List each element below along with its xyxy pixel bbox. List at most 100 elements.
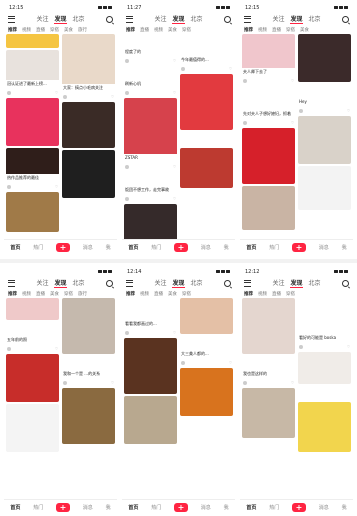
avatar[interactable] bbox=[181, 361, 185, 365]
note-cover-image[interactable] bbox=[6, 50, 59, 80]
note-cover-image[interactable] bbox=[6, 148, 59, 174]
category-chip[interactable]: 旅行 bbox=[78, 291, 87, 297]
note-title[interactable]: 看好的可能是 boska bbox=[298, 334, 351, 345]
note-cover-image[interactable] bbox=[180, 34, 233, 56]
category-chip[interactable]: 穿搭 bbox=[50, 27, 59, 33]
note-card[interactable] bbox=[298, 352, 351, 384]
note-card[interactable] bbox=[242, 186, 295, 230]
note-card[interactable] bbox=[124, 338, 177, 394]
menu-icon[interactable] bbox=[126, 15, 133, 23]
note-cover-image[interactable] bbox=[242, 440, 295, 454]
note-cover-image[interactable] bbox=[180, 418, 233, 450]
note-card[interactable] bbox=[242, 128, 295, 184]
bottom-nav-首页[interactable]: 首页 bbox=[246, 244, 256, 251]
note-card[interactable]: 看好的可能是 boska ♡ bbox=[298, 298, 351, 350]
note-cover-image[interactable] bbox=[242, 86, 295, 110]
note-card[interactable] bbox=[6, 34, 59, 48]
bottom-nav-首页[interactable]: 首页 bbox=[10, 504, 20, 511]
tab-发现[interactable]: 发现 bbox=[290, 14, 303, 24]
avatar[interactable] bbox=[63, 381, 67, 385]
like-icon[interactable]: ♡ bbox=[229, 67, 232, 71]
bottom-nav-热门[interactable]: 热门 bbox=[151, 504, 161, 511]
note-cover-image[interactable] bbox=[298, 386, 351, 400]
category-chip[interactable]: 推荐 bbox=[244, 27, 253, 33]
note-card[interactable] bbox=[62, 150, 115, 198]
note-title[interactable]: 夫人卿下去了 bbox=[242, 68, 295, 79]
note-card[interactable] bbox=[6, 354, 59, 402]
category-chip[interactable]: 美食 bbox=[168, 291, 177, 297]
note-card[interactable]: 先对夫人子想好媳妇，抓着 ♡ bbox=[242, 86, 295, 126]
tab-北京[interactable]: 北京 bbox=[191, 278, 203, 288]
bottom-nav-我[interactable]: 我 bbox=[224, 244, 229, 251]
category-chip[interactable]: 直播 bbox=[36, 291, 45, 297]
menu-icon[interactable] bbox=[244, 279, 251, 287]
note-title[interactable]: 大家：搞点小毛病关注 bbox=[62, 84, 115, 95]
category-chip[interactable]: 穿搭 bbox=[182, 291, 191, 297]
note-cover-image[interactable] bbox=[6, 98, 59, 146]
tab-北京[interactable]: 北京 bbox=[191, 14, 203, 24]
note-cover-image[interactable] bbox=[298, 116, 351, 164]
category-chip[interactable]: 视频 bbox=[140, 291, 149, 297]
note-cover-image[interactable] bbox=[180, 132, 233, 146]
category-chip[interactable]: 美食 bbox=[50, 291, 59, 297]
menu-icon[interactable] bbox=[8, 15, 15, 23]
search-icon[interactable] bbox=[341, 279, 349, 287]
search-icon[interactable] bbox=[105, 15, 113, 23]
note-cover-image[interactable] bbox=[242, 356, 295, 370]
tab-北京[interactable]: 北京 bbox=[73, 278, 85, 288]
avatar[interactable] bbox=[125, 331, 129, 335]
bottom-nav-消息[interactable]: 消息 bbox=[201, 244, 211, 251]
note-cover-image[interactable] bbox=[124, 396, 177, 444]
note-cover-image[interactable] bbox=[124, 298, 177, 320]
note-card[interactable] bbox=[242, 440, 295, 454]
tab-关注[interactable]: 关注 bbox=[154, 14, 166, 24]
note-cover-image[interactable] bbox=[298, 402, 351, 452]
bottom-nav-热门[interactable]: 热门 bbox=[151, 244, 161, 251]
note-card[interactable]: ZSTAR ♡ bbox=[124, 98, 177, 170]
note-card[interactable]: 热作品推荐的最佳 ♡ bbox=[6, 148, 59, 190]
create-post-button[interactable]: + bbox=[173, 242, 188, 252]
note-card[interactable]: 我和一个是 ...的关系 ♡ bbox=[62, 356, 115, 386]
category-chip[interactable]: 美食 bbox=[64, 27, 73, 33]
bottom-nav-首页[interactable]: 首页 bbox=[128, 244, 138, 251]
like-icon[interactable]: ♡ bbox=[111, 95, 114, 99]
avatar[interactable] bbox=[125, 197, 129, 201]
category-chip[interactable]: 美食 bbox=[168, 27, 177, 33]
category-chip[interactable]: 直播 bbox=[140, 27, 149, 33]
note-cover-image[interactable] bbox=[242, 186, 295, 230]
bottom-nav-我[interactable]: 我 bbox=[224, 504, 229, 511]
bottom-nav-消息[interactable]: 消息 bbox=[201, 504, 211, 511]
bottom-nav-热门[interactable]: 热门 bbox=[33, 504, 43, 511]
bottom-nav-消息[interactable]: 消息 bbox=[83, 504, 93, 511]
note-card[interactable] bbox=[180, 132, 233, 146]
note-card[interactable] bbox=[6, 404, 59, 452]
menu-icon[interactable] bbox=[244, 15, 251, 23]
create-post-button[interactable]: + bbox=[291, 242, 306, 252]
tab-北京[interactable]: 北京 bbox=[309, 14, 321, 24]
note-card[interactable]: 我也是这样的 ♡ bbox=[242, 356, 295, 386]
category-chip[interactable]: 视频 bbox=[258, 291, 267, 297]
like-icon[interactable]: ♡ bbox=[347, 109, 350, 113]
like-icon[interactable]: ♡ bbox=[111, 381, 114, 385]
note-cover-image[interactable] bbox=[6, 404, 59, 452]
note-title[interactable]: 大三美人都的... bbox=[180, 350, 233, 361]
note-cover-image[interactable] bbox=[62, 102, 115, 148]
category-chip[interactable]: 直播 bbox=[36, 27, 45, 33]
avatar[interactable] bbox=[63, 95, 67, 99]
bottom-nav-热门[interactable]: 热门 bbox=[269, 504, 279, 511]
tab-关注[interactable]: 关注 bbox=[272, 278, 284, 288]
note-card[interactable] bbox=[124, 204, 177, 240]
note-card[interactable] bbox=[298, 34, 351, 82]
like-icon[interactable]: ♡ bbox=[173, 197, 176, 201]
note-card[interactable]: 冠认证进了最新上榜... ♡ bbox=[6, 50, 59, 96]
note-title[interactable]: 今年最值得的... bbox=[180, 56, 233, 67]
category-chip[interactable]: 美食 bbox=[300, 27, 309, 33]
note-cover-image[interactable] bbox=[242, 298, 295, 354]
note-card[interactable] bbox=[62, 298, 115, 354]
note-card[interactable] bbox=[62, 388, 115, 444]
note-title[interactable]: 冠认证进了最新上榜... bbox=[6, 80, 59, 91]
like-icon[interactable]: ♡ bbox=[55, 91, 58, 95]
bottom-nav-消息[interactable]: 消息 bbox=[319, 504, 329, 511]
avatar[interactable] bbox=[7, 91, 11, 95]
like-icon[interactable]: ♡ bbox=[55, 185, 58, 189]
